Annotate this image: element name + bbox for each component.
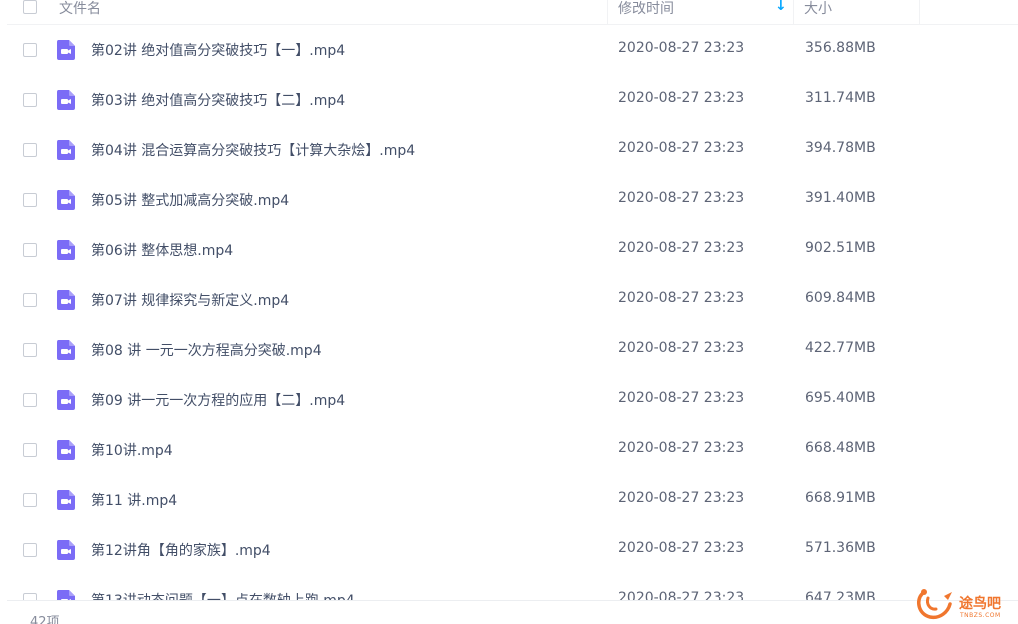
list-divider <box>7 600 1018 601</box>
row-checkbox[interactable] <box>23 43 37 57</box>
file-row[interactable]: 第10讲.mp4 2020-08-27 23:23 668.48MB <box>7 425 1018 475</box>
column-divider[interactable] <box>793 0 794 24</box>
row-checkbox[interactable] <box>23 143 37 157</box>
file-modified-time: 2020-08-27 23:23 <box>618 140 745 156</box>
file-size: 394.78MB <box>805 140 876 156</box>
file-row[interactable]: 第05讲 整式加减高分突破.mp4 2020-08-27 23:23 391.40M… <box>7 175 1018 225</box>
file-name[interactable]: 第10讲.mp4 <box>91 440 173 460</box>
row-checkbox[interactable] <box>23 543 37 557</box>
file-size: 695.40MB <box>805 390 876 406</box>
video-file-icon <box>55 589 77 600</box>
file-name[interactable]: 第09 讲一元一次方程的应用【二】.mp4 <box>91 390 345 410</box>
video-file-icon <box>55 139 77 165</box>
file-name[interactable]: 第05讲 整式加减高分突破.mp4 <box>91 190 289 210</box>
file-name[interactable]: 第08 讲 一元一次方程高分突破.mp4 <box>91 340 322 360</box>
video-file-icon <box>55 39 77 65</box>
file-size: 356.88MB <box>805 40 876 56</box>
file-size: 668.48MB <box>805 440 876 456</box>
file-modified-time: 2020-08-27 23:23 <box>618 390 745 406</box>
column-divider[interactable] <box>919 0 920 24</box>
file-size: 668.91MB <box>805 490 876 506</box>
video-file-icon <box>55 339 77 365</box>
file-browser: 文件名 修改时间 ↓ 大小 第02讲 绝对值高分突破技巧【一】.mp4 2020-… <box>0 0 1018 624</box>
row-checkbox[interactable] <box>23 293 37 307</box>
file-modified-time: 2020-08-27 23:23 <box>618 440 745 456</box>
row-checkbox[interactable] <box>23 443 37 457</box>
row-checkbox[interactable] <box>23 393 37 407</box>
column-header-name[interactable]: 文件名 <box>59 0 101 18</box>
video-file-icon <box>55 389 77 415</box>
file-row[interactable]: 第08 讲 一元一次方程高分突破.mp4 2020-08-27 23:23 422.… <box>7 325 1018 375</box>
sort-descending-icon[interactable]: ↓ <box>775 0 787 14</box>
select-all-checkbox[interactable] <box>23 0 37 14</box>
file-modified-time: 2020-08-27 23:23 <box>618 490 745 506</box>
file-row[interactable]: 第02讲 绝对值高分突破技巧【一】.mp4 2020-08-27 23:23 356… <box>7 25 1018 75</box>
file-modified-time: 2020-08-27 23:23 <box>618 240 745 256</box>
file-modified-time: 2020-08-27 23:23 <box>618 190 745 206</box>
file-row[interactable]: 第09 讲一元一次方程的应用【二】.mp4 2020-08-27 23:23 695… <box>7 375 1018 425</box>
file-row[interactable]: 第04讲 混合运算高分突破技巧【计算大杂烩】.mp4 2020-08-27 23:… <box>7 125 1018 175</box>
file-row[interactable]: 第07讲 规律探究与新定义.mp4 2020-08-27 23:23 609.84M… <box>7 275 1018 325</box>
item-count: 42项 <box>30 615 60 624</box>
file-modified-time: 2020-08-27 23:23 <box>618 590 745 600</box>
row-checkbox[interactable] <box>23 193 37 207</box>
file-size: 609.84MB <box>805 290 876 306</box>
row-checkbox[interactable] <box>23 243 37 257</box>
video-file-icon <box>55 189 77 215</box>
row-checkbox[interactable] <box>23 493 37 507</box>
file-row[interactable]: 第12讲角【角的家族】.mp4 2020-08-27 23:23 571.36MB <box>7 525 1018 575</box>
video-file-icon <box>55 439 77 465</box>
video-file-icon <box>55 289 77 315</box>
file-modified-time: 2020-08-27 23:23 <box>618 290 745 306</box>
file-size: 311.74MB <box>805 90 876 106</box>
file-name[interactable]: 第06讲 整体思想.mp4 <box>91 240 233 260</box>
file-name[interactable]: 第12讲角【角的家族】.mp4 <box>91 540 271 560</box>
column-header-modified-time[interactable]: 修改时间 <box>618 0 674 18</box>
file-name[interactable]: 第03讲 绝对值高分突破技巧【二】.mp4 <box>91 90 345 110</box>
file-modified-time: 2020-08-27 23:23 <box>618 90 745 106</box>
file-modified-time: 2020-08-27 23:23 <box>618 40 745 56</box>
video-file-icon <box>55 89 77 115</box>
file-name[interactable]: 第07讲 规律探究与新定义.mp4 <box>91 290 289 310</box>
file-size: 571.36MB <box>805 540 876 556</box>
file-size: 391.40MB <box>805 190 876 206</box>
row-checkbox[interactable] <box>23 343 37 357</box>
file-modified-time: 2020-08-27 23:23 <box>618 340 745 356</box>
file-row[interactable]: 第13讲动态问题【一】点在数轴上跑.mp4 2020-08-27 23:23 647… <box>7 575 1018 600</box>
file-modified-time: 2020-08-27 23:23 <box>618 540 745 556</box>
file-name[interactable]: 第04讲 混合运算高分突破技巧【计算大杂烩】.mp4 <box>91 140 415 160</box>
file-list: 第02讲 绝对值高分突破技巧【一】.mp4 2020-08-27 23:23 356… <box>7 25 1018 600</box>
column-header-size[interactable]: 大小 <box>804 0 832 18</box>
file-row[interactable]: 第06讲 整体思想.mp4 2020-08-27 23:23 902.51MB <box>7 225 1018 275</box>
file-row[interactable]: 第03讲 绝对值高分突破技巧【二】.mp4 2020-08-27 23:23 311… <box>7 75 1018 125</box>
file-list-header: 文件名 修改时间 ↓ 大小 <box>7 0 1018 25</box>
video-file-icon <box>55 489 77 515</box>
file-size: 902.51MB <box>805 240 876 256</box>
file-name[interactable]: 第11 讲.mp4 <box>91 490 177 510</box>
watermark-subtext: TNBZS.COM <box>960 612 1001 619</box>
file-size: 647.23MB <box>805 590 876 600</box>
file-name[interactable]: 第13讲动态问题【一】点在数轴上跑.mp4 <box>91 590 355 600</box>
video-file-icon <box>55 239 77 265</box>
column-divider[interactable] <box>607 0 608 24</box>
file-row[interactable]: 第11 讲.mp4 2020-08-27 23:23 668.91MB <box>7 475 1018 525</box>
file-name[interactable]: 第02讲 绝对值高分突破技巧【一】.mp4 <box>91 40 345 60</box>
row-checkbox[interactable] <box>23 93 37 107</box>
file-size: 422.77MB <box>805 340 876 356</box>
row-checkbox[interactable] <box>23 593 37 600</box>
video-file-icon <box>55 539 77 565</box>
